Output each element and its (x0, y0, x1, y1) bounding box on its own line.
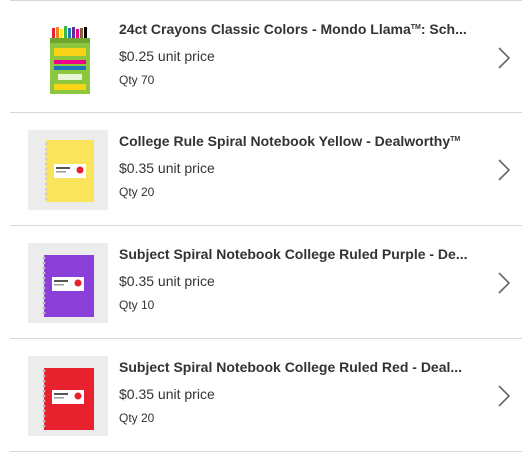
item-quantity: Qty 20 (119, 411, 155, 425)
item-quantity: Qty 70 (119, 73, 155, 87)
item-unit-price: $0.35 unit price (119, 386, 215, 402)
product-image-red-notebook (28, 356, 108, 436)
chevron-right-icon[interactable] (496, 384, 512, 408)
list-item[interactable]: College Rule Spiral Notebook Yellow - De… (10, 113, 522, 226)
item-unit-price: $0.35 unit price (119, 160, 215, 176)
item-unit-price: $0.25 unit price (119, 48, 215, 64)
item-quantity: Qty 20 (119, 185, 155, 199)
list-item[interactable]: Subject Spiral Notebook College Ruled Pu… (10, 226, 522, 339)
list-item[interactable]: 24ct Crayons Classic Colors - Mondo Llam… (10, 0, 522, 113)
product-image-purple-notebook (28, 243, 108, 323)
product-image-yellow-notebook (28, 130, 108, 210)
item-title[interactable]: Subject Spiral Notebook College Ruled Re… (119, 359, 481, 375)
item-unit-price: $0.35 unit price (119, 273, 215, 289)
item-title[interactable]: College Rule Spiral Notebook Yellow - De… (119, 133, 481, 149)
chevron-right-icon[interactable] (496, 46, 512, 70)
chevron-right-icon[interactable] (496, 271, 512, 295)
order-items-list: 24ct Crayons Classic Colors - Mondo Llam… (10, 0, 522, 452)
chevron-right-icon[interactable] (496, 158, 512, 182)
product-image-crayons (28, 18, 108, 98)
item-quantity: Qty 10 (119, 298, 155, 312)
item-title[interactable]: Subject Spiral Notebook College Ruled Pu… (119, 246, 481, 262)
item-title[interactable]: 24ct Crayons Classic Colors - Mondo Llam… (119, 21, 481, 37)
list-item[interactable]: Subject Spiral Notebook College Ruled Re… (10, 339, 522, 452)
